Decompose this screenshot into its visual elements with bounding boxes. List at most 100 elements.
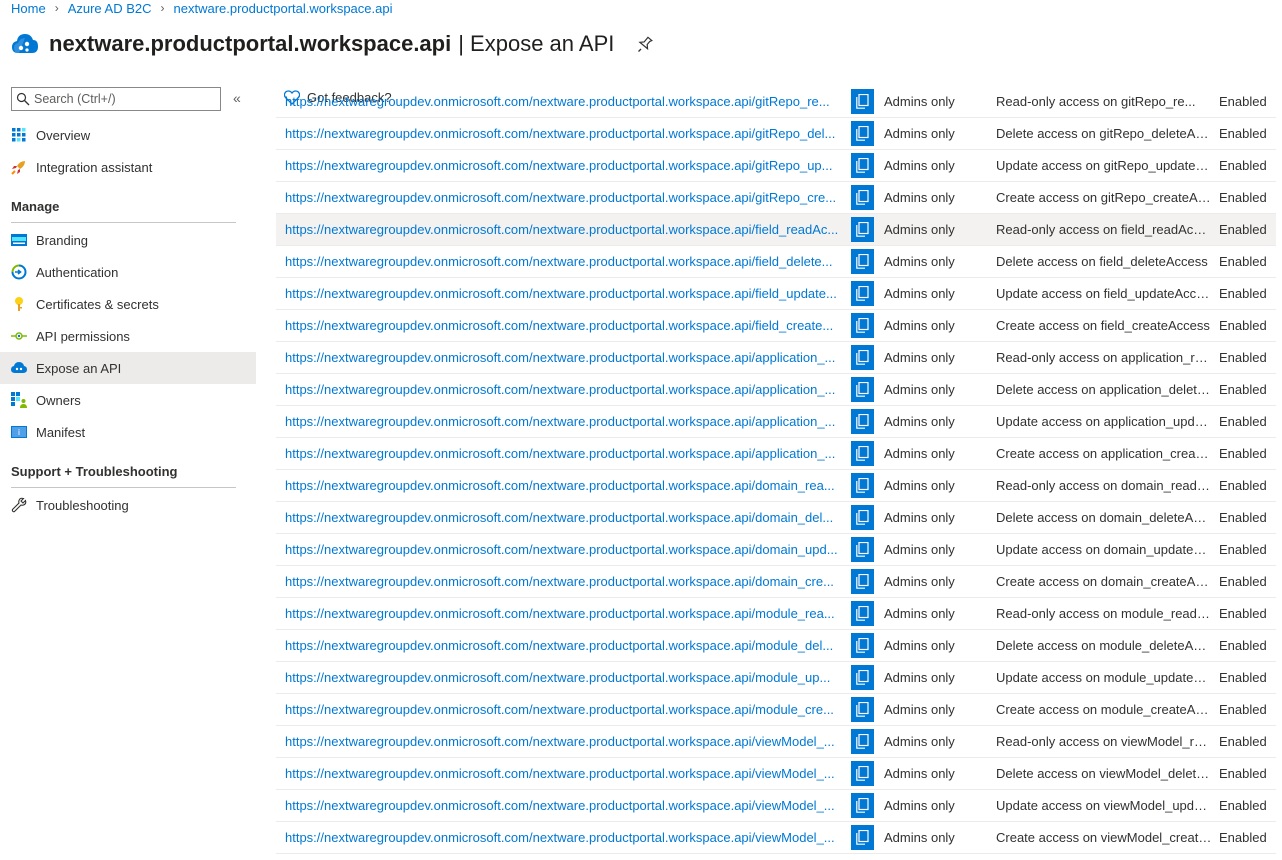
scope-uri-link[interactable]: https://nextwaregroupdev.onmicrosoft.com… [285,222,843,237]
table-row: https://nextwaregroupdev.onmicrosoft.com… [276,406,1276,438]
copy-button[interactable] [851,825,874,850]
copy-button[interactable] [851,537,874,562]
who-can-consent: Admins only [884,254,955,269]
copy-button[interactable] [851,665,874,690]
sidebar-item-authentication[interactable]: Authentication [0,256,256,288]
scope-uri-link[interactable]: https://nextwaregroupdev.onmicrosoft.com… [285,286,843,301]
who-can-consent: Admins only [884,606,955,621]
copy-button[interactable] [851,409,874,434]
copy-icon [856,734,869,749]
sidebar-item-troubleshooting[interactable]: Troubleshooting [0,489,256,521]
scope-uri-link[interactable]: https://nextwaregroupdev.onmicrosoft.com… [285,94,843,109]
copy-button[interactable] [851,217,874,242]
copy-button[interactable] [851,121,874,146]
scope-uri-link[interactable]: https://nextwaregroupdev.onmicrosoft.com… [285,574,843,589]
breadcrumb-azure-ad-b2c[interactable]: Azure AD B2C [68,1,152,16]
who-can-consent: Admins only [884,510,955,525]
who-can-consent: Admins only [884,798,955,813]
copy-button[interactable] [851,313,874,338]
sidebar-item-owners[interactable]: Owners [0,384,256,416]
copy-button[interactable] [851,441,874,466]
who-can-consent: Admins only [884,158,955,173]
scope-uri-link[interactable]: https://nextwaregroupdev.onmicrosoft.com… [285,670,843,685]
pin-icon[interactable] [636,35,654,53]
scope-uri-link[interactable]: https://nextwaregroupdev.onmicrosoft.com… [285,542,843,557]
copy-button[interactable] [851,569,874,594]
copy-icon [856,446,869,461]
scope-uri-link[interactable]: https://nextwaregroupdev.onmicrosoft.com… [285,798,843,813]
admin-consent-display-name: Read-only access on gitRepo_re... [996,94,1196,109]
page-subtitle: | Expose an API [458,31,615,56]
sidebar-item-label: Expose an API [36,360,122,376]
sidebar-item-label: Certificates & secrets [36,296,159,312]
copy-button[interactable] [851,697,874,722]
scope-uri-link[interactable]: https://nextwaregroupdev.onmicrosoft.com… [285,254,843,269]
copy-icon [856,542,869,557]
page-title: nextware.productportal.workspace.api [49,31,452,56]
copy-button[interactable] [851,89,874,114]
table-row: https://nextwaregroupdev.onmicrosoft.com… [276,118,1276,150]
copy-button[interactable] [851,633,874,658]
copy-icon [856,94,869,109]
sidebar-item-label: Owners [36,392,81,408]
owners-icon [11,392,27,408]
copy-button[interactable] [851,377,874,402]
scope-uri-link[interactable]: https://nextwaregroupdev.onmicrosoft.com… [285,190,843,205]
scope-uri-link[interactable]: https://nextwaregroupdev.onmicrosoft.com… [285,766,843,781]
breadcrumb-app[interactable]: nextware.productportal.workspace.api [174,1,393,16]
copy-button[interactable] [851,729,874,754]
scope-uri-link[interactable]: https://nextwaregroupdev.onmicrosoft.com… [285,734,843,749]
copy-button[interactable] [851,505,874,530]
scope-uri-link[interactable]: https://nextwaregroupdev.onmicrosoft.com… [285,158,843,173]
scope-uri-link[interactable]: https://nextwaregroupdev.onmicrosoft.com… [285,318,843,333]
scope-uri-link[interactable]: https://nextwaregroupdev.onmicrosoft.com… [285,414,843,429]
scope-uri-link[interactable]: https://nextwaregroupdev.onmicrosoft.com… [285,702,843,717]
copy-icon [856,510,869,525]
scope-uri-link[interactable]: https://nextwaregroupdev.onmicrosoft.com… [285,350,843,365]
copy-button[interactable] [851,793,874,818]
copy-button[interactable] [851,249,874,274]
scope-uri-link[interactable]: https://nextwaregroupdev.onmicrosoft.com… [285,830,843,845]
scope-uri-link[interactable]: https://nextwaregroupdev.onmicrosoft.com… [285,382,843,397]
who-can-consent: Admins only [884,830,955,845]
sidebar-item-integration-assistant[interactable]: Integration assistant [0,151,256,183]
scope-uri-link[interactable]: https://nextwaregroupdev.onmicrosoft.com… [285,446,843,461]
sidebar-item-certificates-secrets[interactable]: Certificates & secrets [0,288,256,320]
admin-consent-display-name: Create access on gitRepo_createAcc... [996,190,1212,205]
copy-button[interactable] [851,473,874,498]
scope-uri-link[interactable]: https://nextwaregroupdev.onmicrosoft.com… [285,478,843,493]
who-can-consent: Admins only [884,734,955,749]
collapse-sidebar-icon[interactable]: « [233,90,241,106]
search-input[interactable]: Search (Ctrl+/) [11,87,221,111]
copy-button[interactable] [851,345,874,370]
table-row: https://nextwaregroupdev.onmicrosoft.com… [276,182,1276,214]
scope-state: Enabled [1219,126,1267,141]
who-can-consent: Admins only [884,638,955,653]
breadcrumb-home[interactable]: Home [11,1,46,16]
manifest-icon: i [11,424,27,440]
page-header: nextware.productportal.workspace.api | E… [10,26,654,62]
copy-button[interactable] [851,601,874,626]
sidebar-item-branding[interactable]: Branding [0,224,256,256]
copy-button[interactable] [851,281,874,306]
sidebar-item-overview[interactable]: Overview [0,119,256,151]
copy-button[interactable] [851,153,874,178]
admin-consent-display-name: Update access on gitRepo_updateA... [996,158,1212,173]
table-row: https://nextwaregroupdev.onmicrosoft.com… [276,534,1276,566]
table-row: https://nextwaregroupdev.onmicrosoft.com… [276,502,1276,534]
sidebar-item-manifest[interactable]: i Manifest [0,416,256,448]
who-can-consent: Admins only [884,574,955,589]
copy-button[interactable] [851,761,874,786]
table-row: https://nextwaregroupdev.onmicrosoft.com… [276,822,1276,854]
scope-uri-link[interactable]: https://nextwaregroupdev.onmicrosoft.com… [285,126,843,141]
search-icon [16,92,30,106]
scope-uri-link[interactable]: https://nextwaregroupdev.onmicrosoft.com… [285,606,843,621]
scope-uri-link[interactable]: https://nextwaregroupdev.onmicrosoft.com… [285,638,843,653]
copy-icon [856,382,869,397]
scope-uri-link[interactable]: https://nextwaregroupdev.onmicrosoft.com… [285,510,843,525]
who-can-consent: Admins only [884,670,955,685]
sidebar-item-api-permissions[interactable]: API permissions [0,320,256,352]
copy-icon [856,254,869,269]
sidebar-item-expose-an-api[interactable]: Expose an API [0,352,256,384]
copy-button[interactable] [851,185,874,210]
